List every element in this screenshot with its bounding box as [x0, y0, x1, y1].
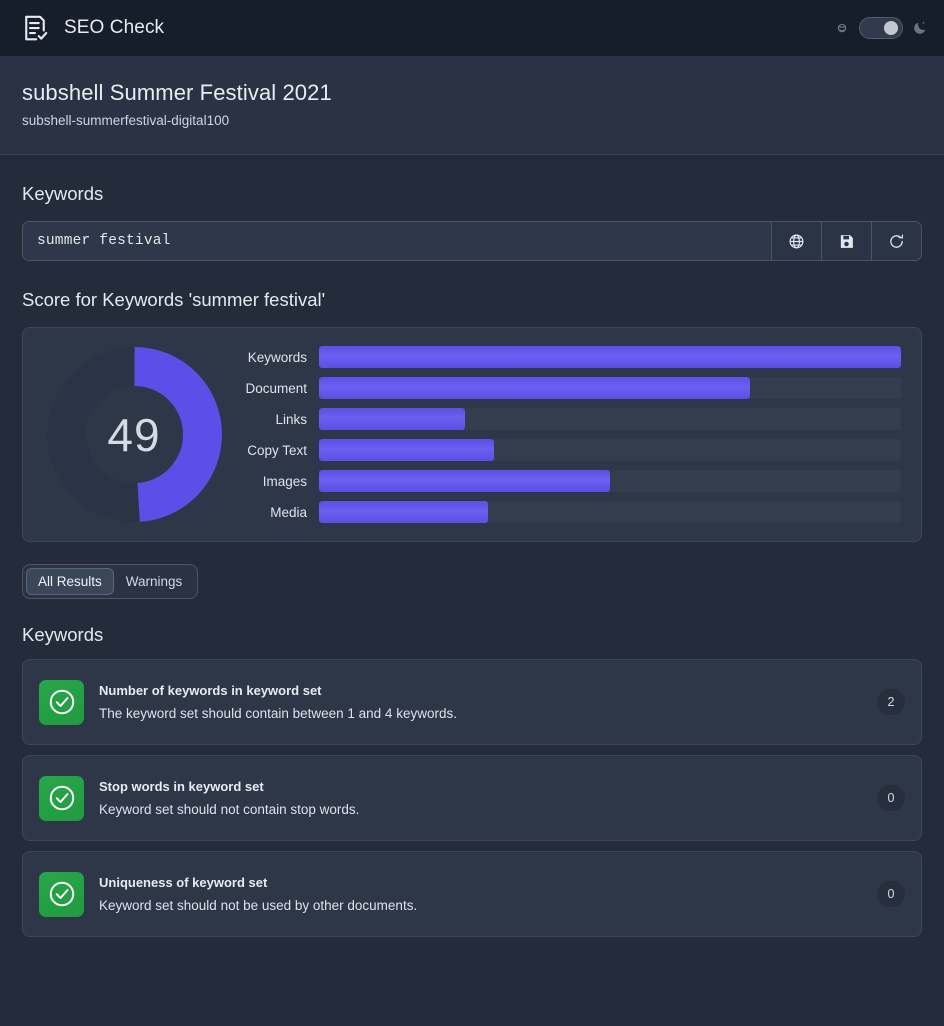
bar-fill [319, 408, 465, 430]
results-heading: Keywords [22, 624, 104, 645]
bar-track [319, 377, 901, 399]
keywords-heading: Keywords [22, 183, 104, 204]
result-card[interactable]: Number of keywords in keyword set The key… [22, 659, 922, 745]
result-count-badge: 0 [877, 785, 905, 811]
bar-fill [319, 439, 494, 461]
bar-fill [319, 377, 750, 399]
bar-track [319, 470, 901, 492]
refresh-icon [888, 233, 905, 250]
result-description: Keyword set should not be used by other … [99, 898, 418, 913]
keywords-input[interactable] [23, 222, 771, 260]
dark-mode-toggle[interactable] [859, 17, 903, 39]
bar-label: Keywords [247, 349, 307, 365]
bar-track [319, 439, 901, 461]
save-icon-button[interactable] [821, 222, 871, 260]
score-donut-wrap: 49 [43, 347, 225, 522]
result-text: Stop words in keyword set Keyword set sho… [99, 779, 862, 817]
bar-fill [319, 501, 488, 523]
check-circle-icon [39, 871, 84, 917]
page-title: subshell Summer Festival 2021 [22, 80, 332, 105]
bar-fill [319, 346, 901, 368]
bar-row: Images [235, 470, 901, 492]
results-list: Number of keywords in keyword set The key… [22, 659, 922, 937]
result-text: Uniqueness of keyword set Keyword set sho… [99, 875, 862, 913]
bar-fill [319, 470, 610, 492]
bar-row: Keywords [235, 346, 901, 368]
moon-icon[interactable] [912, 20, 928, 36]
result-description: Keyword set should not contain stop word… [99, 802, 360, 817]
tab-all-results[interactable]: All Results [26, 568, 114, 595]
result-title: Uniqueness of keyword set [99, 875, 268, 890]
check-circle-icon [39, 775, 84, 821]
tab-warnings[interactable]: Warnings [114, 568, 195, 595]
score-card: 49 Keywords Document Links Copy Text Images M… [22, 327, 922, 542]
bar-label: Document [245, 380, 307, 396]
bar-track [319, 408, 901, 430]
bar-row: Links [235, 408, 901, 430]
brand[interactable]: SEO Check [20, 13, 164, 43]
score-heading: Score for Keywords 'summer festival' [22, 289, 326, 310]
refresh-icon-button[interactable] [871, 222, 921, 260]
bar-label: Copy Text [247, 442, 307, 458]
result-count-badge: 0 [877, 881, 905, 907]
result-card[interactable]: Stop words in keyword set Keyword set sho… [22, 755, 922, 841]
bar-label: Links [275, 411, 307, 427]
keyword-input-row [22, 221, 922, 261]
bar-row: Media [235, 501, 901, 523]
page-header: subshell Summer Festival 2021 subshell-s… [0, 56, 944, 155]
sun-icon[interactable] [834, 20, 850, 36]
result-count-badge: 2 [877, 689, 905, 715]
main-content: Keywords summer festival Score for Keywo… [0, 183, 944, 937]
app-title: SEO Check [64, 17, 165, 38]
save-icon [838, 233, 855, 250]
score-breakdown-bars: Keywords Document Links Copy Text Images Medi… [235, 346, 901, 523]
result-card[interactable]: Uniqueness of keyword set Keyword set sho… [22, 851, 922, 937]
score-donut-chart: 49 [46, 347, 222, 522]
filter-tabs: All Results Warnings [22, 564, 199, 599]
globe-icon [788, 233, 805, 250]
globe-icon-button[interactable] [771, 222, 821, 260]
result-description: The keyword set should contain between 1… [99, 706, 457, 721]
bar-row: Document [235, 377, 901, 399]
toggle-knob [884, 21, 898, 35]
bar-row: Copy Text [235, 439, 901, 461]
result-title: Stop words in keyword set [99, 779, 264, 794]
theme-switch[interactable] [834, 17, 928, 39]
bar-label: Media [270, 504, 307, 520]
check-circle-icon [39, 679, 84, 725]
result-text: Number of keywords in keyword set The key… [99, 683, 862, 721]
top-bar: SEO Check [0, 0, 944, 56]
bar-track [319, 346, 901, 368]
document-slug: subshell-summerfestival-digital100 [22, 113, 230, 128]
bar-track [319, 501, 901, 523]
bar-label: Images [262, 473, 307, 489]
document-check-icon [20, 13, 50, 43]
score-value: 49 [107, 408, 161, 461]
result-title: Number of keywords in keyword set [99, 683, 322, 698]
